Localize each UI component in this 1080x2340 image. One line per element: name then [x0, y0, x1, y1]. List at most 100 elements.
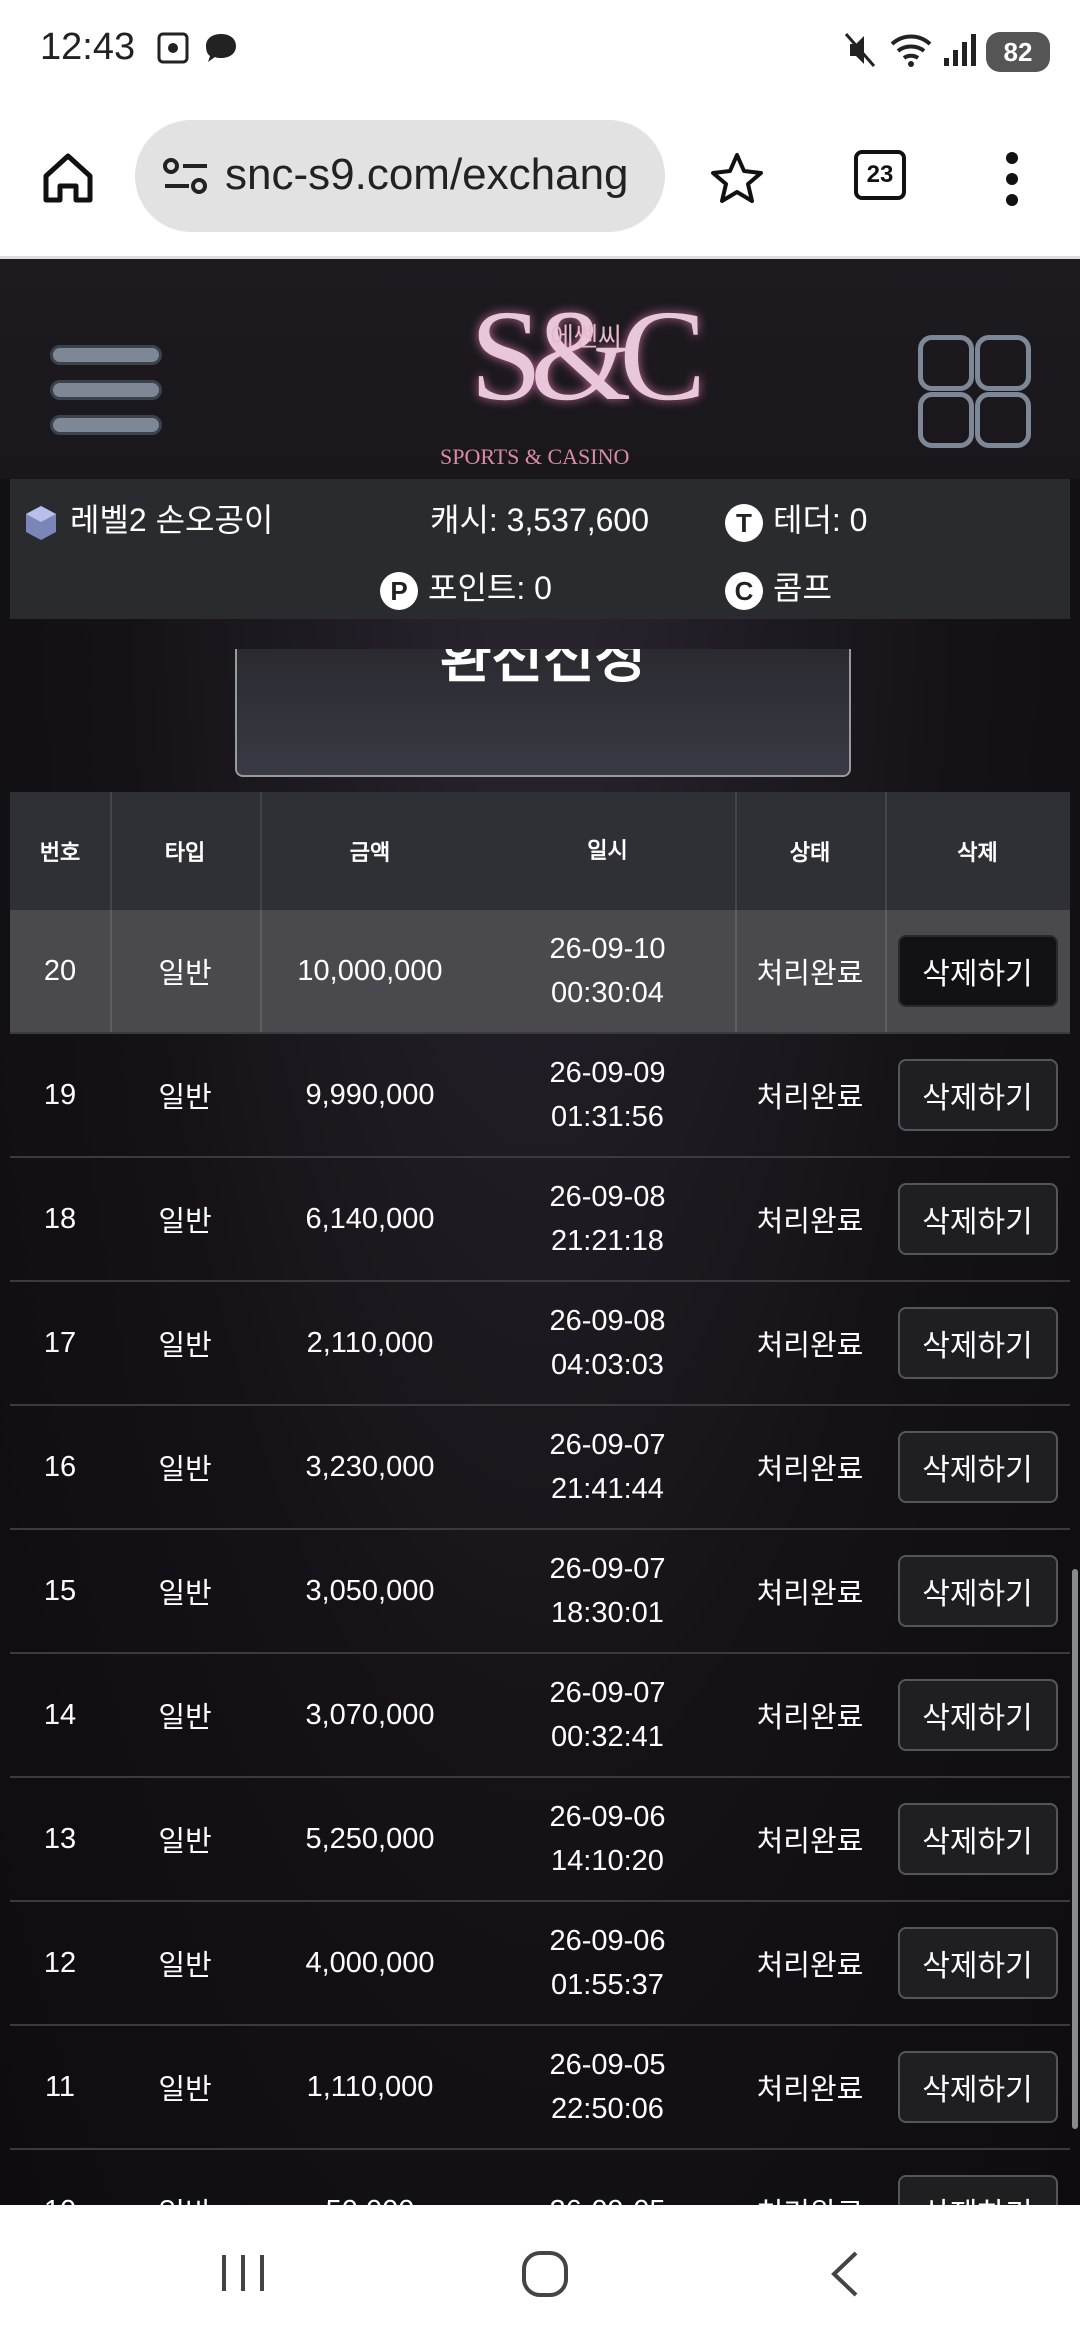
row-no: 15	[43, 1574, 77, 1607]
row-amount: 4,000,000	[305, 1946, 435, 1979]
row-no: 11	[44, 2070, 76, 2103]
row-type: 일반	[158, 958, 212, 990]
browser-toolbar: snc-s9.com/exchang 23	[0, 104, 1080, 259]
row-amount: 3,050,000	[305, 1574, 435, 1607]
row-date: 26-09-05	[549, 2189, 665, 2205]
table-row: 18 일반 6,140,000 26-09-08 21:21:18 처리완료 삭제하기	[10, 1158, 1070, 1282]
recent-apps-icon[interactable]	[218, 2251, 268, 2295]
row-type: 일반	[158, 1082, 212, 1114]
row-amount: 5,250,000	[305, 1822, 435, 1855]
row-type: 일반	[158, 1950, 212, 1982]
header-status: 상태	[789, 840, 831, 865]
site-settings-icon[interactable]	[161, 154, 211, 198]
delete-button[interactable]: 삭제하기	[897, 1307, 1058, 1379]
site-logo[interactable]: S&C 에쎈씨 SPORTS & CASINO	[410, 269, 706, 469]
grid-square	[975, 335, 1031, 391]
row-date: 26-09-06	[549, 1925, 666, 1957]
url-text: snc-s9.com/exchang	[225, 150, 629, 199]
row-status: 처리완료	[756, 1578, 864, 1610]
row-datetime: 26-09-10 00:30:04	[480, 910, 735, 1032]
delete-button[interactable]: 삭제하기	[897, 1431, 1058, 1503]
level-gem-icon	[26, 505, 56, 540]
row-action: 삭제하기	[885, 1406, 1070, 1528]
more-menu-icon[interactable]	[1000, 150, 1024, 208]
row-no: 14	[43, 1698, 77, 1731]
row-action: 삭제하기	[885, 1282, 1070, 1404]
row-datetime: 26-09-07 00:32:41	[480, 1654, 735, 1776]
row-date: 26-09-10	[549, 933, 666, 965]
home-nav-icon[interactable]	[520, 2249, 570, 2299]
exchange-request-label: 환전신청	[439, 649, 647, 689]
user-level-text: 레벨2 손오공이	[70, 502, 274, 538]
row-datetime: 26-09-07 21:41:44	[480, 1406, 735, 1528]
delete-button[interactable]: 삭제하기	[897, 1927, 1058, 1999]
row-status: 처리완료	[756, 958, 864, 990]
row-no: 10	[10, 2150, 110, 2206]
header-datetime: 일시	[587, 838, 628, 863]
row-time: 21:41:44	[551, 1473, 664, 1505]
comp-link[interactable]: C 콤프	[725, 563, 832, 610]
row-datetime: 26-09-05 22:50:06	[480, 2026, 735, 2148]
table-row: 20 일반 10,000,000 26-09-10 00:30:04 처리완료 삭제하기	[10, 910, 1070, 1034]
tab-switcher-button[interactable]: 23	[854, 150, 906, 200]
screenshot-icon	[157, 32, 189, 64]
row-type: 일반	[158, 1826, 212, 1858]
tether-icon: T	[725, 503, 763, 542]
logo-korean: 에쎈씨	[550, 322, 622, 352]
delete-button[interactable]: 삭제하기	[897, 935, 1058, 1007]
row-no: 20	[43, 954, 77, 987]
row-date: 26-09-06	[549, 1801, 666, 1833]
table-row: 17 일반 2,110,000 26-09-08 04:03:03 처리완료 삭제하기	[10, 1282, 1070, 1406]
menu-line	[50, 415, 162, 435]
comp-icon: C	[725, 571, 763, 610]
row-date: 26-09-08	[549, 1181, 666, 1213]
table-row: 16 일반 3,230,000 26-09-07 21:41:44 처리완료 삭제하기	[10, 1406, 1070, 1530]
delete-button[interactable]: 삭제하기	[897, 1183, 1058, 1255]
home-icon[interactable]	[40, 150, 96, 206]
logo-letters: S&C	[470, 284, 706, 428]
bookmark-star-icon[interactable]	[708, 150, 766, 208]
scrollbar[interactable]	[1072, 1569, 1078, 2129]
row-amount: 2,110,000	[306, 1326, 434, 1359]
tether-text: 테더: 0	[773, 502, 868, 538]
comp-text: 콤프	[773, 570, 832, 606]
menu-line	[50, 380, 162, 400]
chat-icon	[206, 34, 236, 62]
row-time: 22:50:06	[551, 2093, 664, 2125]
row-datetime: 26-09-05	[480, 2150, 735, 2205]
delete-button[interactable]: 삭제하기	[897, 2175, 1058, 2205]
row-status: 처리완료	[756, 1950, 864, 1982]
row-no: 16	[43, 1450, 77, 1483]
row-time: 14:10:20	[551, 1845, 664, 1877]
point-icon: P	[380, 571, 418, 610]
grid-square	[918, 335, 974, 391]
row-status: 처리완료	[756, 1082, 864, 1114]
delete-button[interactable]: 삭제하기	[897, 2051, 1058, 2123]
header-delete: 삭제	[957, 840, 998, 865]
row-status: 처리완료	[756, 1454, 864, 1486]
user-info-bar: 레벨2 손오공이 캐시: 3,537,600 T 테더: 0 P 포인트: 0 C콤…	[10, 479, 1070, 619]
row-datetime: 26-09-06 14:10:20	[480, 1778, 735, 1900]
row-amount: 6,140,000	[305, 1202, 435, 1235]
logo-subtitle: SPORTS & CASINO	[440, 444, 630, 469]
delete-button[interactable]: 삭제하기	[897, 1555, 1058, 1627]
table-row: 12 일반 4,000,000 26-09-06 01:55:37 처리완료 삭제하기	[10, 1902, 1070, 2026]
row-time: 00:32:41	[551, 1721, 664, 1753]
back-icon[interactable]	[826, 2249, 866, 2299]
row-datetime: 26-09-06 01:55:37	[480, 1902, 735, 2024]
system-nav-bar	[0, 2205, 1080, 2340]
delete-button[interactable]: 삭제하기	[897, 1679, 1058, 1751]
exchange-request-button[interactable]: 환전신청	[235, 649, 851, 777]
row-type: 일반	[158, 1330, 212, 1362]
menu-line	[50, 345, 162, 365]
delete-button[interactable]: 삭제하기	[897, 1803, 1058, 1875]
row-type: 일반	[158, 1206, 212, 1238]
point-balance: P 포인트: 0	[380, 563, 552, 610]
row-amount: 9,990,000	[305, 1078, 435, 1111]
delete-button[interactable]: 삭제하기	[897, 1059, 1058, 1131]
cash-balance: 캐시: 3,537,600	[430, 502, 650, 538]
address-bar[interactable]: snc-s9.com/exchang	[135, 120, 665, 232]
battery-indicator: 82	[986, 32, 1050, 72]
row-action: 삭제하기	[885, 1902, 1070, 2024]
row-status: 처리완료	[756, 1330, 864, 1362]
